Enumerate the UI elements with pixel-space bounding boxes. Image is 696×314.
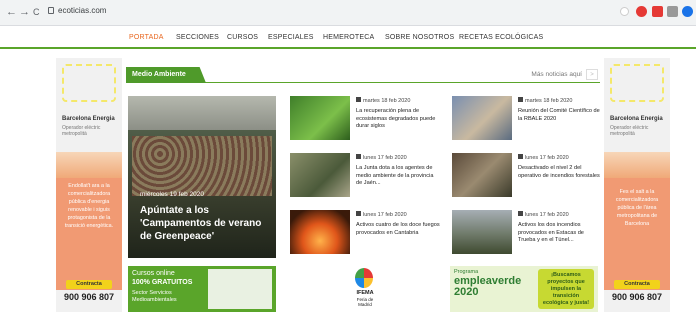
menu-item-especiales[interactable]: ESPECIALES	[268, 34, 314, 41]
reload-button[interactable]: C	[33, 7, 40, 17]
cursos-ad-line3: Sector Servicios Medioambientales	[132, 290, 177, 303]
news-item[interactable]: lunes 17 feb 2020 Activos cuatro de los …	[290, 210, 446, 256]
ad-brand: Barcelona Energia	[62, 116, 115, 122]
news-item[interactable]: martes 18 feb 2020 La recuperación plena…	[290, 96, 446, 142]
ad-promo-text: Endollat't ara a la comercialitzadora pú…	[56, 178, 122, 290]
forward-button[interactable]: →	[19, 6, 30, 18]
extension-grey-icon[interactable]	[667, 6, 678, 17]
cursos-online-ad[interactable]: Cursos online 100% GRATUITOS Sector Serv…	[128, 266, 276, 312]
news-date-text: martes 18 feb 2020	[363, 98, 411, 104]
ad-subtitle: Operador eléctric metropolità	[62, 125, 101, 137]
news-date: lunes 17 feb 2020	[356, 154, 407, 161]
ad-phone: 900 906 807	[611, 292, 663, 302]
section-header: Medio Ambiente Más noticias aquí >	[126, 67, 600, 83]
ifema-logo	[355, 268, 373, 288]
tent-image	[128, 96, 276, 130]
news-headline[interactable]: Activos los dos incendios provocados en …	[518, 222, 602, 245]
news-item[interactable]: lunes 17 feb 2020 Desactivado el nivel 2…	[452, 153, 608, 199]
calendar-icon	[518, 154, 523, 159]
calendar-icon	[356, 154, 361, 159]
extension-square-icon[interactable]	[652, 6, 663, 17]
ad-brand: Barcelona Energia	[610, 116, 663, 122]
left-side-ad[interactable]: Barcelona Energia Operador eléctric metr…	[56, 58, 122, 312]
cursos-ad-line1: Cursos online	[132, 270, 175, 277]
main-menu: PORTADA SECCIONES CURSOS ESPECIALES HEME…	[0, 27, 696, 49]
menu-item-recetas[interactable]: RECETAS ECOLÓGICAS	[459, 34, 543, 41]
extension-red-icon[interactable]	[636, 6, 647, 17]
news-date-text: lunes 17 feb 2020	[363, 212, 407, 218]
news-item[interactable]: martes 18 feb 2020 Reunión del Comité Ci…	[452, 96, 608, 142]
news-date: lunes 17 feb 2020	[356, 211, 407, 218]
ad-promo-text: Fes el salt a la comercialitzadora públi…	[604, 178, 670, 290]
empleaverde-slogan: ¡Buscamos proyectos que impulsen la tran…	[538, 269, 594, 309]
featured-date: miércoles 19 feb 2020	[140, 191, 204, 198]
news-headline[interactable]: La recuperación plena de ecosistemas deg…	[356, 108, 440, 131]
crowd-image	[132, 136, 272, 196]
featured-article[interactable]: miércoles 19 feb 2020 Apúntate a los 'Ca…	[128, 96, 276, 258]
news-item[interactable]: lunes 17 feb 2020 La Junta dota a los ag…	[290, 153, 446, 199]
profile-icon[interactable]	[682, 6, 693, 17]
menu-item-cursos[interactable]: CURSOS	[227, 34, 258, 41]
more-news-arrow[interactable]: >	[586, 69, 598, 80]
more-news-link[interactable]: Más noticias aquí	[531, 71, 582, 78]
news-thumbnail[interactable]	[290, 153, 350, 197]
news-item[interactable]: lunes 17 feb 2020 Activos los dos incend…	[452, 210, 608, 256]
news-headline[interactable]: Activos cuatro de los doce fuegos provoc…	[356, 222, 440, 237]
section-title[interactable]: Medio Ambiente	[126, 67, 206, 83]
contracta-button[interactable]: Contracta	[614, 280, 660, 289]
news-thumbnail[interactable]	[452, 153, 512, 197]
calendar-icon	[518, 97, 523, 102]
right-side-ad[interactable]: Barcelona Energia Operador eléctric metr…	[604, 58, 670, 312]
menu-item-hemeroteca[interactable]: HEMEROTECA	[323, 34, 374, 41]
empleaverde-title: empleaverde 2020	[454, 275, 522, 298]
ifema-sub: Feria de Madrid	[356, 297, 374, 307]
news-thumbnail[interactable]	[290, 96, 350, 140]
news-headline[interactable]: Reunión del Comité Científico de la RBAL…	[518, 108, 602, 123]
lock-icon	[48, 7, 54, 14]
featured-title[interactable]: Apúntate a los 'Campamentos de verano de…	[140, 204, 272, 243]
star-icon[interactable]	[620, 7, 629, 16]
news-date: martes 18 feb 2020	[356, 97, 410, 104]
be-logo	[610, 64, 664, 102]
contracta-button[interactable]: Contracta	[66, 280, 112, 289]
back-button[interactable]: ←	[6, 6, 17, 18]
skyline-illustration	[56, 152, 122, 178]
news-thumbnail[interactable]	[290, 210, 350, 254]
be-logo	[62, 64, 116, 102]
ad-phone: 900 906 807	[63, 292, 115, 302]
skyline-illustration	[604, 152, 670, 178]
calendar-icon	[356, 97, 361, 102]
calendar-icon	[356, 211, 361, 216]
news-thumbnail[interactable]	[452, 210, 512, 254]
news-date: martes 18 feb 2020	[518, 97, 572, 104]
menu-item-portada[interactable]: PORTADA	[129, 34, 164, 41]
menu-item-secciones[interactable]: SECCIONES	[176, 34, 219, 41]
news-headline[interactable]: Desactivado el nivel 2 del operativo de …	[518, 165, 602, 180]
news-thumbnail[interactable]	[452, 96, 512, 140]
browser-toolbar: ← → C ecoticias.com	[0, 0, 696, 26]
menu-item-sobre-nosotros[interactable]: SOBRE NOSOTROS	[385, 34, 454, 41]
calendar-icon	[518, 211, 523, 216]
news-date: lunes 17 feb 2020	[518, 211, 569, 218]
news-date-text: lunes 17 feb 2020	[525, 212, 569, 218]
ad-subtitle: Operador eléctric metropolità	[610, 125, 649, 137]
cursos-ad-photo	[208, 269, 272, 309]
ifema-label: IFEMA	[356, 290, 374, 296]
news-date-text: lunes 17 feb 2020	[525, 155, 569, 161]
news-date: lunes 17 feb 2020	[518, 154, 569, 161]
cursos-ad-line2: 100% GRATUITOS	[132, 279, 193, 286]
ifema-ad[interactable]: IFEMA Feria de Madrid	[350, 266, 380, 312]
news-date-text: lunes 17 feb 2020	[363, 155, 407, 161]
address-bar[interactable]: ecoticias.com	[58, 6, 106, 15]
news-date-text: martes 18 feb 2020	[525, 98, 573, 104]
news-headline[interactable]: La Junta dota a los agentes de medio amb…	[356, 165, 440, 188]
empleaverde-ad[interactable]: Programa empleaverde 2020 ¡Buscamos proy…	[450, 266, 598, 312]
